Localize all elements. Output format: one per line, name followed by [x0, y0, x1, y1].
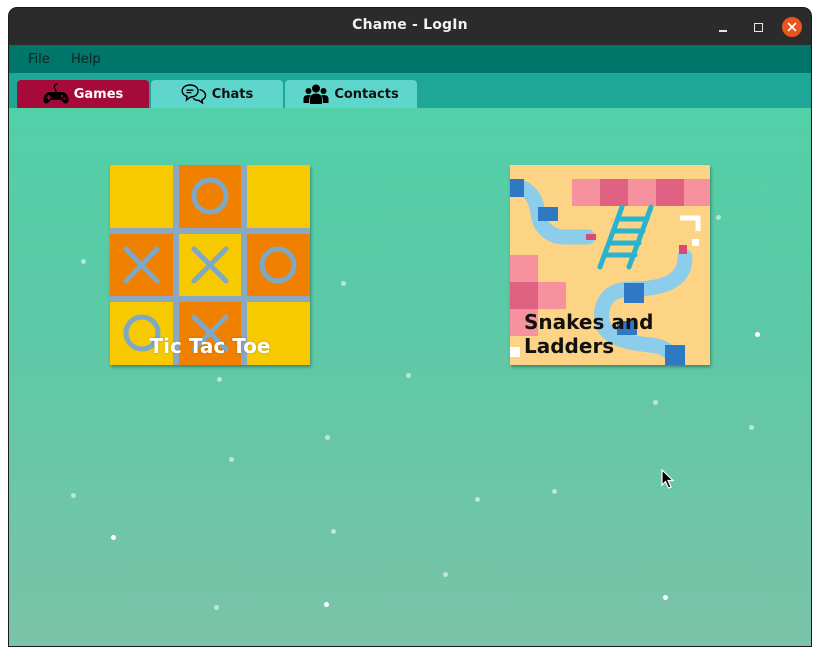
background-dot — [755, 332, 760, 337]
background-dot — [749, 425, 754, 430]
game-card-snakes-and-ladders[interactable]: Snakes and Ladders — [510, 165, 710, 365]
games-panel: Tic Tac Toe Snakes and Ladders — [9, 108, 811, 646]
background-dot — [71, 493, 76, 498]
background-dot — [325, 435, 330, 440]
background-dot — [443, 572, 448, 577]
tab-contacts-label: Contacts — [334, 86, 399, 102]
tab-contacts[interactable]: Contacts — [285, 80, 417, 108]
menu-file[interactable]: File — [28, 52, 50, 67]
window-title: Chame - LogIn — [352, 17, 468, 33]
people-group-icon — [303, 83, 329, 105]
background-dot — [552, 489, 557, 494]
menu-bar: File Help — [9, 45, 811, 73]
background-dot — [111, 535, 116, 540]
gamepad-icon — [43, 83, 69, 105]
mouse-pointer-icon — [661, 468, 675, 493]
menu-help[interactable]: Help — [71, 52, 101, 67]
background-dot — [229, 457, 234, 462]
background-dot — [341, 281, 346, 286]
tab-bar: Games Chats Contacts — [9, 73, 811, 108]
close-button[interactable] — [781, 16, 803, 38]
background-dot — [324, 602, 329, 607]
tab-games-label: Games — [73, 86, 124, 102]
title-bar[interactable]: Chame - LogIn — [9, 8, 811, 45]
background-dot — [214, 605, 219, 610]
tab-chats-label: Chats — [211, 86, 254, 102]
background-dot — [716, 215, 721, 220]
tab-chats[interactable]: Chats — [151, 80, 283, 108]
maximize-button[interactable] — [747, 16, 769, 38]
maximize-icon — [753, 22, 763, 32]
game-card-tic-tac-toe[interactable]: Tic Tac Toe — [110, 165, 310, 365]
background-dot — [331, 529, 336, 534]
background-dot — [475, 497, 480, 502]
background-dot — [663, 595, 668, 600]
minimize-button[interactable] — [712, 16, 734, 38]
close-icon — [787, 22, 797, 32]
background-dot — [406, 373, 411, 378]
minimize-icon — [719, 30, 727, 32]
background-dot — [217, 377, 222, 382]
app-window: Chame - LogIn File Help Games Chats Cont… — [9, 8, 811, 646]
game-card-title: Snakes and Ladders — [524, 310, 654, 358]
background-dot — [653, 400, 658, 405]
game-card-title: Tic Tac Toe — [149, 334, 271, 358]
background-dot — [81, 259, 86, 264]
tab-games[interactable]: Games — [17, 80, 149, 108]
chat-bubbles-icon — [181, 83, 207, 105]
